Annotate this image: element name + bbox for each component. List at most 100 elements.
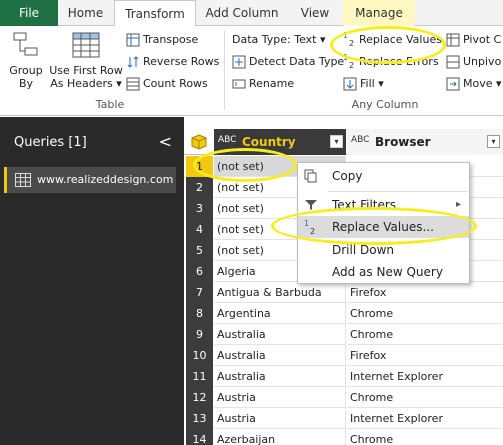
pivot-column-button[interactable]: Pivot C (446, 30, 501, 50)
queries-panel: Queries [1] < www.realizeddesign.com (0, 117, 184, 445)
tab-manage[interactable]: Manage (343, 0, 415, 26)
cell-browser[interactable]: Chrome (347, 429, 503, 445)
replace-values-button[interactable]: 1 2 Replace Values (343, 30, 442, 50)
data-type-dropdown[interactable]: Data Type: Text ▾ (232, 30, 326, 50)
ribbon: Group By Use First Row As Headers ▾ Tran… (0, 26, 503, 116)
tab-transform[interactable]: Transform (114, 0, 196, 27)
transpose-icon (126, 33, 140, 47)
reverse-rows-label: Reverse Rows (143, 55, 220, 68)
row-number[interactable]: 10 (186, 345, 213, 366)
column-header-country[interactable]: ABC Country ▾ (214, 129, 346, 155)
detect-data-type-icon (232, 55, 246, 69)
row-number[interactable]: 13 (186, 408, 213, 429)
cell-browser[interactable]: Chrome (347, 303, 503, 324)
cell-country[interactable]: Azerbaijan (214, 429, 346, 445)
cell-country[interactable]: Austria (214, 387, 346, 408)
menu-item-label: Drill Down (332, 243, 394, 257)
cell-browser[interactable]: Internet Explorer (347, 408, 503, 429)
query-item-label: www.realizeddesign.com (37, 173, 174, 186)
cell-browser[interactable]: Internet Explorer (347, 366, 503, 387)
cell-browser[interactable]: Firefox (347, 282, 503, 303)
unpivot-label: Unpivo (463, 55, 502, 68)
queries-title: Queries [1] (14, 135, 87, 150)
fill-button[interactable]: Fill ▾ (343, 74, 384, 94)
query-item[interactable]: www.realizeddesign.com (4, 167, 176, 193)
replace-values-label: Replace Values (359, 33, 442, 46)
pivot-icon (446, 33, 460, 47)
row-number[interactable]: 8 (186, 303, 213, 324)
menu-item-drill-down[interactable]: Drill Down (298, 239, 469, 261)
tab-add-column[interactable]: Add Column (197, 0, 287, 26)
row-number[interactable]: 1 (186, 156, 213, 177)
rename-button[interactable]: Rename (232, 74, 294, 94)
grid-header: ABC Country ▾ ABC Browser ▾ (184, 129, 503, 155)
replace-errors-button[interactable]: 1 2 Replace Errors (343, 52, 439, 72)
rename-icon (232, 79, 246, 89)
column-header-browser[interactable]: ABC Browser ▾ (347, 129, 503, 155)
cell-country[interactable]: Austria (214, 408, 346, 429)
table-header-icon (72, 32, 100, 58)
row-number[interactable]: 7 (186, 282, 213, 303)
move-label: Move ▾ (463, 77, 502, 90)
replace-errors-icon: 12 (343, 54, 359, 70)
menu-item-text-filters[interactable]: Text Filters ▸ (298, 194, 469, 216)
replace-values-icon-digit-2: 2 (349, 39, 355, 48)
tab-home[interactable]: Home (58, 0, 113, 26)
rename-label: Rename (249, 77, 295, 90)
any-column-group-label: Any Column (351, 98, 419, 111)
replace-errors-label: Replace Errors (359, 55, 439, 68)
menu-item-label: Text Filters (332, 198, 397, 212)
count-rows-button[interactable]: Count Rows (126, 74, 208, 94)
row-number[interactable]: 4 (186, 219, 213, 240)
cell-browser[interactable]: Chrome (347, 387, 503, 408)
table-menu-icon[interactable] (190, 134, 208, 150)
column-filter-chevron-icon[interactable]: ▾ (487, 135, 500, 148)
cell-country[interactable]: Australia (214, 324, 346, 345)
cell-country[interactable]: Argentina (214, 303, 346, 324)
context-menu: Copy Text Filters ▸ 12 Replace Values...… (297, 162, 470, 284)
replace-values-icon: 12 (343, 32, 359, 48)
group-by-label-1: Group (9, 64, 43, 77)
cell-browser[interactable]: Firefox (347, 345, 503, 366)
column-header-label: Country (242, 135, 296, 149)
detect-data-type-button[interactable]: Detect Data Type (232, 52, 344, 72)
row-number[interactable]: 3 (186, 198, 213, 219)
row-number[interactable]: 6 (186, 261, 213, 282)
count-rows-icon (126, 77, 140, 91)
replace-errors-icon-digit-2: 2 (349, 61, 355, 70)
tab-view[interactable]: View (288, 0, 342, 26)
row-number[interactable]: 5 (186, 240, 213, 261)
menu-item-label: Copy (332, 169, 363, 183)
row-number[interactable]: 9 (186, 324, 213, 345)
table-group-label: Table (95, 98, 125, 111)
cell-country[interactable]: Australia (214, 366, 346, 387)
copy-icon (304, 169, 317, 183)
tab-file[interactable]: File (0, 0, 58, 26)
menu-item-label: Replace Values... (332, 220, 434, 234)
use-first-row-button[interactable]: Use First Row As Headers ▾ (48, 30, 124, 90)
row-number[interactable]: 11 (186, 366, 213, 387)
row-number[interactable]: 12 (186, 387, 213, 408)
transpose-label: Transpose (143, 33, 199, 46)
data-type-label: Data Type: Text ▾ (232, 33, 326, 46)
menu-item-copy[interactable]: Copy (298, 165, 469, 187)
collapse-chevron-icon[interactable]: < (159, 132, 172, 151)
reverse-rows-icon (127, 56, 139, 68)
reverse-rows-button[interactable]: Reverse Rows (126, 52, 219, 72)
row-number[interactable]: 2 (186, 177, 213, 198)
column-filter-chevron-icon[interactable]: ▾ (330, 135, 343, 148)
move-button[interactable]: Move ▾ (446, 74, 502, 94)
group-by-button[interactable]: Group By (4, 30, 48, 90)
group-by-label-2: By (18, 77, 34, 90)
cell-browser[interactable]: Chrome (347, 324, 503, 345)
menu-separator (328, 191, 468, 192)
menu-item-replace-values[interactable]: 12 Replace Values... (298, 216, 469, 238)
cell-country[interactable]: Antigua & Barbuda (214, 282, 346, 303)
row-number[interactable]: 14 (186, 429, 213, 445)
unpivot-button[interactable]: Unpivo (446, 52, 501, 72)
fill-down-icon (343, 77, 357, 91)
menu-item-add-as-new-query[interactable]: Add as New Query (298, 261, 469, 283)
replace-values-icon: 12 (304, 220, 320, 236)
cell-country[interactable]: Australia (214, 345, 346, 366)
transpose-button[interactable]: Transpose (126, 30, 198, 50)
